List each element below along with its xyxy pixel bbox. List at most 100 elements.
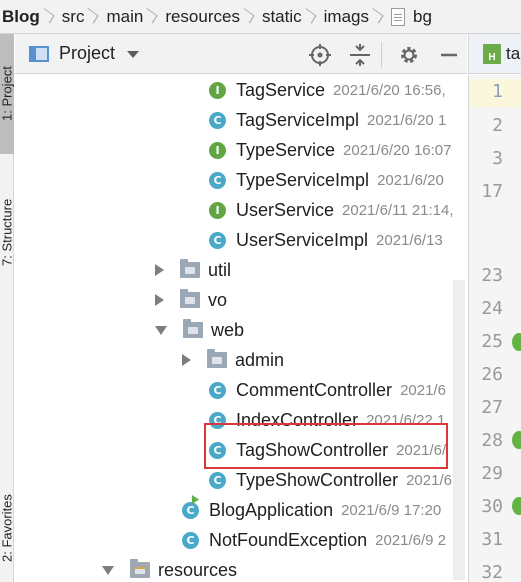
editor-tab[interactable]: H ta <box>468 34 521 74</box>
line-number: 23 <box>481 265 503 286</box>
tree-folder-vo[interactable]: vo <box>15 285 467 315</box>
tree-item-tagserviceimpl[interactable]: C TagServiceImpl 2021/6/20 1 <box>15 105 467 135</box>
tree-item-indexcontroller[interactable]: C IndexController 2021/6/22 1 <box>15 405 467 435</box>
tree-item-userserviceimpl[interactable]: C UserServiceImpl 2021/6/13 <box>15 225 467 255</box>
hide-icon[interactable] <box>438 44 460 66</box>
html-file-icon: H <box>483 43 501 64</box>
class-icon-letter: C <box>186 503 195 517</box>
tree-item-commentcontroller[interactable]: C CommentController 2021/6 <box>15 375 467 405</box>
tree-item-label: UserService <box>236 199 335 220</box>
breadcrumb: Blog src main resources static imags bg <box>0 0 521 34</box>
breadcrumb-separator <box>88 0 100 33</box>
tree-item-meta: 2021/6 <box>406 471 452 489</box>
tree-item-meta: 2021/6/ <box>396 441 447 459</box>
interface-icon: I <box>209 201 226 219</box>
line-number: 31 <box>481 529 503 550</box>
tree-item-label: TypeServiceImpl <box>236 169 370 190</box>
tree-item-label: web <box>211 319 245 340</box>
class-icon: C <box>209 411 226 429</box>
tree-scrollbar[interactable] <box>453 280 465 580</box>
tree-item-meta: 2021/6/20 16:07 <box>343 141 452 159</box>
breadcrumb-bg[interactable]: bg <box>391 7 432 27</box>
tool-tab-favorites[interactable]: 2: Favorites <box>0 474 15 582</box>
tree-item-label: util <box>208 259 232 280</box>
line-number: 17 <box>481 181 503 202</box>
line-number: 32 <box>481 562 503 582</box>
class-icon: C <box>209 111 226 129</box>
chevron-right-icon[interactable] <box>155 264 164 276</box>
tree-item-label: NotFoundException <box>209 529 368 550</box>
class-icon: C <box>209 231 226 249</box>
gutter-marker-icon[interactable] <box>512 431 521 449</box>
tree-item-meta: 2021/6/9 2 <box>375 531 447 549</box>
class-icon: C <box>182 531 199 549</box>
editor-gutter: 1 2 3 17 23 24 25 26 27 28 29 30 31 32 <box>468 75 521 582</box>
tree-folder-web[interactable]: web <box>15 315 467 345</box>
folder-icon <box>180 289 200 308</box>
project-view-selector[interactable]: Project <box>29 43 140 64</box>
file-icon <box>391 7 405 26</box>
tool-tab-project-label: 1: Project <box>0 66 15 122</box>
interface-icon: I <box>209 81 226 99</box>
line-number: 24 <box>481 298 503 319</box>
tool-tab-project[interactable]: 1: Project <box>0 34 15 154</box>
tree-item-typeservice[interactable]: I TypeService 2021/6/20 16:07 <box>15 135 467 165</box>
chevron-right-icon[interactable] <box>155 294 164 306</box>
tree-folder-resources[interactable]: resources <box>15 555 467 582</box>
line-number: 25 <box>481 331 503 352</box>
chevron-down-icon[interactable] <box>102 565 114 575</box>
breadcrumb-static[interactable]: static <box>262 7 302 27</box>
tool-tab-structure-label: 7: Structure <box>0 198 15 266</box>
tree-item-meta: 2021/6/13 <box>376 231 443 249</box>
tree-item-label: IndexController <box>236 409 359 430</box>
breadcrumb-separator <box>244 0 256 33</box>
gutter-marker-icon[interactable] <box>512 333 521 351</box>
breadcrumb-project[interactable]: Blog <box>2 7 40 27</box>
tree-item-meta: 2021/6/11 21:14, <box>342 201 454 219</box>
line-number: 29 <box>481 463 503 484</box>
crosshair-icon[interactable] <box>309 44 331 66</box>
project-panel-header: Project <box>15 34 467 74</box>
tree-item-userservice[interactable]: I UserService 2021/6/11 21:14, <box>15 195 467 225</box>
tree-folder-admin[interactable]: admin <box>15 345 467 375</box>
tree-item-notfoundexception[interactable]: C NotFoundException 2021/6/9 2 <box>15 525 467 555</box>
class-icon: C <box>209 471 226 489</box>
gear-icon[interactable] <box>398 44 420 66</box>
resources-folder-icon <box>130 559 150 578</box>
tree-item-meta: 2021/6/22 1 <box>366 411 446 429</box>
panel-title: Project <box>59 43 116 63</box>
tool-tab-structure[interactable]: 7: Structure <box>0 172 15 292</box>
folder-icon <box>180 259 200 278</box>
chevron-right-icon[interactable] <box>182 354 191 366</box>
tree-item-label: resources <box>158 559 238 580</box>
tree-item-typeshowcontroller[interactable]: C TypeShowController 2021/6 <box>15 465 467 495</box>
line-number: 28 <box>481 430 503 451</box>
breadcrumb-src[interactable]: src <box>62 7 85 27</box>
tree-item-blogapplication[interactable]: C BlogApplication 2021/6/9 17:20 <box>15 494 467 525</box>
tree-item-meta: 2021/6/9 17:20 <box>341 501 442 519</box>
tree-folder-util[interactable]: util <box>15 255 467 285</box>
tree-item-label: vo <box>208 289 228 310</box>
tree-item-tagservice[interactable]: I TagService 2021/6/20 16:56, <box>15 75 467 105</box>
tree-item-tagshowcontroller[interactable]: C TagShowController 2021/6/ <box>15 435 467 465</box>
breadcrumb-resources[interactable]: resources <box>165 7 240 27</box>
left-tool-strip: 1: Project 7: Structure 2: Favorites <box>0 34 15 582</box>
collapse-all-icon[interactable] <box>349 44 371 66</box>
breadcrumb-main[interactable]: main <box>106 7 143 27</box>
run-marker-icon <box>191 494 200 504</box>
tree-item-typeserviceimpl[interactable]: C TypeServiceImpl 2021/6/20 <box>15 165 467 195</box>
tree-item-label: TypeService <box>236 139 336 160</box>
breadcrumb-separator <box>306 0 318 33</box>
line-number: 26 <box>481 364 503 385</box>
tree-item-meta: 2021/6/20 16:56, <box>333 81 446 99</box>
folder-icon <box>207 349 227 368</box>
class-icon: C <box>209 441 226 459</box>
chevron-down-icon <box>127 51 140 58</box>
gutter-marker-icon[interactable] <box>512 497 521 515</box>
tree-item-label: BlogApplication <box>209 499 334 520</box>
tree-item-label: CommentController <box>236 379 393 400</box>
chevron-down-icon[interactable] <box>155 325 167 335</box>
tree-item-label: TagService <box>236 79 326 100</box>
breadcrumb-imags[interactable]: imags <box>324 7 369 27</box>
interface-icon: I <box>209 141 226 159</box>
